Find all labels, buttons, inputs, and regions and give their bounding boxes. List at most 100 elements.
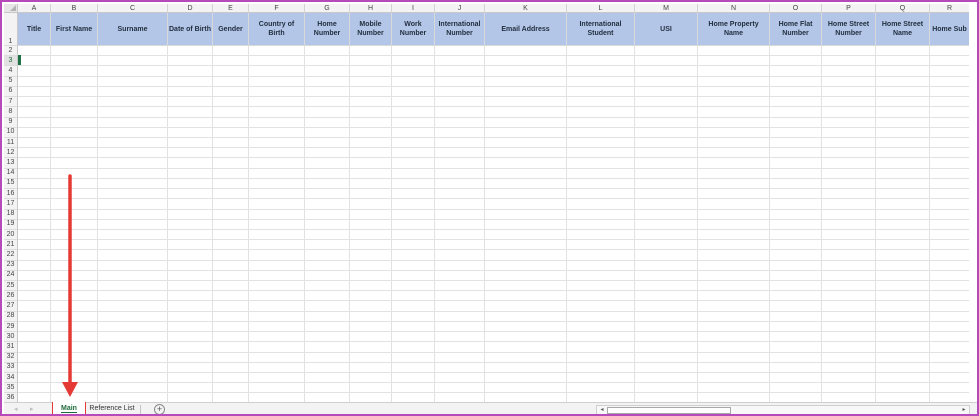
cell[interactable] (98, 86, 168, 98)
cell[interactable] (305, 281, 350, 292)
cell[interactable] (435, 250, 485, 261)
cell[interactable] (51, 76, 98, 87)
cell[interactable] (168, 281, 213, 292)
cell[interactable] (770, 260, 822, 271)
cell[interactable] (698, 281, 770, 292)
cell[interactable] (770, 158, 822, 169)
cell[interactable] (213, 158, 249, 169)
cell[interactable] (485, 301, 567, 312)
cell[interactable] (770, 311, 822, 322)
cell[interactable] (213, 127, 249, 138)
cell[interactable] (567, 158, 635, 169)
cell[interactable] (485, 189, 567, 200)
cell[interactable] (930, 301, 969, 312)
cell[interactable] (18, 250, 51, 261)
cell[interactable] (350, 229, 392, 241)
cell[interactable] (51, 97, 98, 108)
cell[interactable] (392, 158, 435, 169)
cell[interactable] (770, 342, 822, 353)
cell[interactable] (567, 148, 635, 159)
cell[interactable] (249, 107, 305, 118)
header-cell[interactable]: Home Street Name (876, 13, 930, 46)
cell[interactable] (930, 87, 969, 98)
cell[interactable] (168, 332, 213, 343)
cell[interactable] (930, 342, 969, 353)
cell[interactable] (435, 281, 485, 292)
cell[interactable] (567, 240, 635, 251)
cell[interactable] (930, 46, 969, 57)
cell[interactable] (18, 107, 51, 118)
header-cell[interactable]: Mobile Number (350, 13, 392, 46)
cell[interactable] (51, 291, 98, 302)
cell[interactable] (822, 168, 876, 179)
cell[interactable] (822, 219, 876, 230)
cell[interactable] (485, 148, 567, 159)
cell[interactable] (98, 66, 168, 77)
row-number[interactable]: 12 (4, 148, 18, 159)
cell[interactable] (98, 158, 168, 169)
cell[interactable] (930, 312, 969, 322)
cell[interactable] (567, 178, 635, 190)
cell[interactable] (213, 342, 249, 353)
cell[interactable] (930, 353, 969, 363)
row-number[interactable]: 15 (4, 178, 18, 190)
cell[interactable] (18, 86, 51, 98)
cell[interactable] (876, 46, 930, 57)
cell[interactable] (485, 250, 567, 261)
cell[interactable] (822, 270, 876, 282)
cell[interactable] (435, 342, 485, 353)
cell[interactable] (485, 56, 567, 67)
sheet-next-icon[interactable]: ▸ (30, 405, 34, 413)
cell[interactable] (98, 229, 168, 241)
cell[interactable] (435, 240, 485, 251)
cell[interactable] (770, 127, 822, 138)
cell[interactable] (249, 332, 305, 343)
cell[interactable] (635, 250, 698, 261)
cell[interactable] (876, 178, 930, 190)
cell[interactable] (435, 301, 485, 312)
cell[interactable] (305, 189, 350, 200)
cell[interactable] (930, 66, 969, 77)
cell[interactable] (213, 270, 249, 282)
cell[interactable] (876, 250, 930, 261)
cell[interactable] (698, 189, 770, 200)
cell[interactable] (249, 250, 305, 261)
cell[interactable] (98, 250, 168, 261)
cell[interactable] (876, 281, 930, 292)
cell[interactable] (249, 219, 305, 230)
cell[interactable] (485, 332, 567, 343)
cell[interactable] (350, 137, 392, 149)
cell[interactable] (435, 56, 485, 67)
cell[interactable] (249, 270, 305, 282)
cell[interactable] (435, 362, 485, 373)
cell[interactable] (770, 148, 822, 159)
header-cell[interactable]: Country of Birth (249, 13, 305, 46)
cell[interactable] (485, 158, 567, 169)
row-number[interactable]: 9 (4, 117, 18, 128)
cell[interactable] (930, 169, 969, 179)
cell[interactable] (770, 301, 822, 312)
cell[interactable] (698, 158, 770, 169)
cell[interactable] (698, 352, 770, 363)
cell[interactable] (392, 352, 435, 363)
cell[interactable] (213, 209, 249, 220)
cell[interactable] (350, 56, 392, 67)
cell[interactable] (350, 281, 392, 292)
cell[interactable] (51, 158, 98, 169)
cell[interactable] (249, 46, 305, 57)
cell[interactable] (168, 209, 213, 220)
cell[interactable] (822, 281, 876, 292)
cell[interactable] (698, 46, 770, 57)
cell[interactable] (876, 97, 930, 108)
cell[interactable] (635, 189, 698, 200)
cell[interactable] (98, 137, 168, 149)
cell[interactable] (18, 291, 51, 302)
cell[interactable] (392, 56, 435, 67)
cell[interactable] (213, 352, 249, 363)
cell[interactable] (249, 137, 305, 149)
row-number[interactable]: 10 (4, 127, 18, 138)
cell[interactable] (18, 270, 51, 282)
row-number[interactable]: 26 (4, 291, 18, 302)
cell[interactable] (392, 260, 435, 271)
cell[interactable] (350, 46, 392, 57)
